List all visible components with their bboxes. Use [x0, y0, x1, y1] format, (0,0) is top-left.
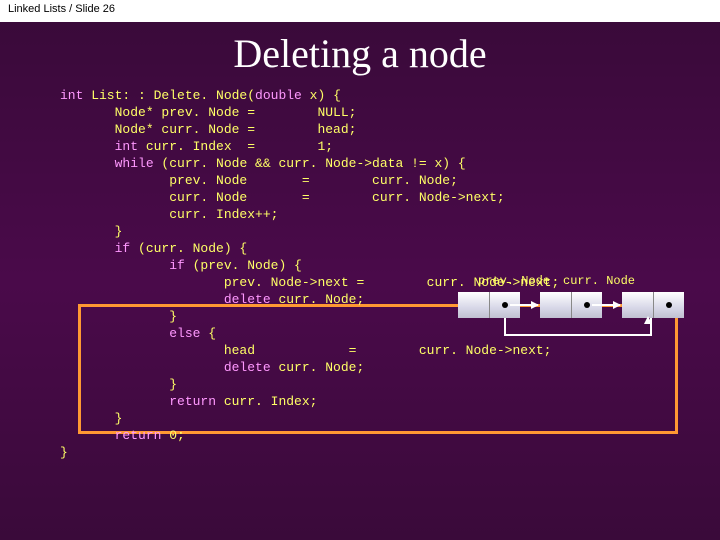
slide-body: Deleting a node int List: : Delete. Node…: [0, 22, 720, 540]
kw-int2: int: [115, 139, 138, 154]
node-box-3: [622, 292, 684, 318]
kw-if2: if: [169, 258, 185, 273]
kw-while: while: [115, 156, 154, 171]
slide-header: Linked Lists / Slide 26: [0, 0, 720, 22]
header-text: Linked Lists / Slide 26: [8, 3, 115, 15]
kw-int: int: [60, 88, 83, 103]
kw-delete2: delete: [224, 360, 271, 375]
slide-title: Deleting a node: [0, 22, 720, 87]
kw-else: else: [169, 326, 200, 341]
kw-return: return: [169, 394, 216, 409]
kw-return2: return: [115, 428, 162, 443]
kw-if: if: [115, 241, 131, 256]
label-prev: prev. Node: [478, 274, 550, 288]
kw-double: double: [255, 88, 302, 103]
kw-delete: delete: [224, 292, 271, 307]
skip-path: [504, 318, 652, 336]
arrow-2-3: [592, 304, 620, 306]
label-curr: curr. Node: [563, 274, 635, 288]
arrow-1-2: [510, 304, 538, 306]
